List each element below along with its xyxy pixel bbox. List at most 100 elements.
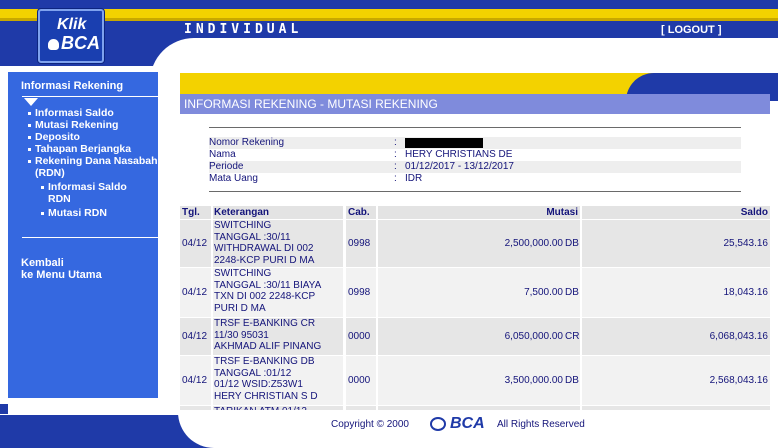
row-type: DB bbox=[565, 286, 579, 298]
row-description-line: PURI D MA bbox=[214, 302, 266, 314]
row-description: SWITCHING TANGGAL :30/11 WITHDRAWAL DI 002… bbox=[214, 220, 314, 266]
bullet-icon bbox=[41, 211, 44, 215]
row-description-line: TXN DI 002 2248-KCP bbox=[214, 291, 316, 302]
info-top-divider bbox=[209, 127, 741, 128]
bca-footer-logo: BCA bbox=[430, 415, 492, 433]
table-row: 04/12 TRSF E-BANKING CR 11/30 95031 AKHMAD … bbox=[180, 318, 770, 355]
column-header-amount: Mutasi bbox=[378, 206, 580, 219]
bca-mark-icon bbox=[430, 417, 446, 431]
row-balance: 2,568,043.16 bbox=[709, 374, 768, 386]
row-balance: 6,068,043.16 bbox=[709, 330, 768, 342]
sidebar-item-rdn[interactable]: (RDN) bbox=[35, 167, 65, 179]
column-header-date: Tgl. bbox=[180, 206, 211, 219]
table-row: 04/12 SWITCHING TANGGAL :30/11 BIAYA TXN DI… bbox=[180, 268, 770, 317]
sidebar-subitem-mutasi-rdn[interactable]: Mutasi RDN bbox=[41, 207, 107, 219]
row-description-line: TANGGAL :30/11 BIAYA bbox=[214, 279, 322, 291]
row-amount: 7,500.00 bbox=[524, 286, 563, 298]
back-link-line-1: Kembali bbox=[21, 257, 64, 269]
sidebar-subitem-label: Mutasi RDN bbox=[48, 207, 107, 219]
row-description-line: TANGGAL :30/11 bbox=[214, 231, 291, 243]
sidebar-item-mutasi-rekening[interactable]: Mutasi Rekening bbox=[28, 119, 118, 131]
bullet-icon bbox=[28, 111, 31, 115]
sidebar-divider bbox=[22, 96, 158, 97]
sidebar: Informasi Rekening Informasi Saldo Mutas… bbox=[8, 72, 158, 398]
page-title: INFORMASI REKENING - MUTASI REKENING bbox=[184, 97, 438, 111]
bullet-icon bbox=[41, 185, 44, 189]
row-description-line: SWITCHING bbox=[214, 268, 272, 279]
logout-link[interactable]: [ LOGOUT ] bbox=[661, 24, 722, 36]
info-label: Periode bbox=[209, 161, 244, 172]
column-header-label: Mutasi bbox=[546, 207, 578, 218]
sidebar-subitem-label: Informasi Saldo bbox=[48, 181, 127, 193]
row-date: 04/12 bbox=[182, 330, 208, 342]
row-description-line: 01/12 WSID:Z53W1 bbox=[214, 379, 303, 390]
info-row-name: Nama : HERY CHRISTIANS DE bbox=[209, 149, 741, 161]
info-row-account-number: Nomor Rekening : bbox=[209, 137, 741, 149]
info-value: IDR bbox=[405, 173, 423, 184]
row-branch: 0000 bbox=[348, 330, 371, 342]
logo-mark-icon bbox=[48, 39, 59, 50]
info-label: Nomor Rekening bbox=[209, 137, 285, 148]
sidebar-item-rekening-dana-nasabah[interactable]: Rekening Dana Nasabah bbox=[28, 155, 158, 167]
table-row: 04/12 SWITCHING TANGGAL :30/11 WITHDRAWAL D… bbox=[180, 220, 770, 267]
transactions-table: Tgl. Keterangan Cab. Mutasi Saldo 04/12 S… bbox=[180, 206, 770, 411]
row-description-line: WITHDRAWAL DI 002 bbox=[214, 243, 314, 254]
back-to-main-menu-link[interactable]: Kembali ke Menu Utama bbox=[21, 257, 102, 281]
info-label: Mata Uang bbox=[209, 173, 258, 184]
column-header-label: Cab. bbox=[348, 207, 370, 218]
logo-text-klik: Klik bbox=[57, 16, 87, 33]
info-row-period: Periode : 01/12/2017 - 13/12/2017 bbox=[209, 161, 741, 173]
row-description-line: SWITCHING bbox=[214, 220, 272, 231]
sidebar-item-label: Deposito bbox=[35, 131, 80, 143]
row-description-line: 11/30 95031 bbox=[214, 329, 269, 341]
info-colon: : bbox=[394, 173, 397, 184]
sidebar-item-label: Informasi Saldo bbox=[35, 107, 114, 119]
sidebar-divider-bottom bbox=[22, 237, 158, 238]
row-description-line: TRSF E-BANKING CR bbox=[214, 318, 316, 329]
row-branch: 0998 bbox=[348, 286, 371, 298]
row-description-line: TANGGAL :01/12 bbox=[214, 367, 292, 379]
row-date: 04/12 bbox=[182, 286, 208, 298]
footer-left-accent bbox=[0, 404, 8, 414]
sidebar-subitem-informasi-saldo-rdn[interactable]: Informasi Saldo bbox=[41, 181, 127, 193]
column-header-balance: Saldo bbox=[582, 206, 770, 219]
footer-logo-text: BCA bbox=[450, 415, 485, 432]
row-branch: 0000 bbox=[348, 374, 371, 386]
bullet-icon bbox=[28, 147, 31, 151]
copyright-text: Copyright © 2000 bbox=[331, 419, 409, 430]
info-label: Nama bbox=[209, 149, 236, 160]
bullet-icon bbox=[28, 159, 31, 163]
back-link-line-2: ke Menu Utama bbox=[21, 269, 102, 281]
sidebar-item-deposito[interactable]: Deposito bbox=[28, 131, 80, 143]
sidebar-expand-arrow-icon bbox=[24, 98, 38, 106]
row-description-line: HERY CHRISTIAN S D bbox=[214, 390, 318, 402]
row-type: DB bbox=[565, 374, 579, 386]
sidebar-item-informasi-saldo[interactable]: Informasi Saldo bbox=[28, 107, 114, 119]
sidebar-item-label: Tahapan Berjangka bbox=[35, 143, 132, 155]
info-colon: : bbox=[394, 161, 397, 172]
info-value: 01/12/2017 - 13/12/2017 bbox=[405, 161, 514, 172]
info-row-currency: Mata Uang : IDR bbox=[209, 173, 741, 185]
row-balance: 18,043.16 bbox=[723, 286, 769, 298]
row-date: 04/12 bbox=[182, 237, 208, 249]
row-description-line: AKHMAD ALIF PINANG bbox=[214, 341, 322, 352]
sidebar-subitem-rdn-line[interactable]: RDN bbox=[48, 193, 71, 205]
row-type: CR bbox=[565, 330, 580, 342]
sidebar-item-tahapan-berjangka[interactable]: Tahapan Berjangka bbox=[28, 143, 131, 155]
column-header-description: Keterangan bbox=[213, 206, 343, 219]
row-description: TRSF E-BANKING DB TANGGAL :01/12 01/12 WSI… bbox=[214, 356, 318, 402]
column-header-label: Tgl. bbox=[182, 207, 200, 218]
info-colon: : bbox=[394, 149, 397, 160]
row-description: SWITCHING TANGGAL :30/11 BIAYA TXN DI 002 … bbox=[214, 268, 321, 314]
row-date: 04/12 bbox=[182, 374, 208, 386]
sidebar-item-label: Mutasi Rekening bbox=[35, 119, 119, 131]
row-description-line: TRSF E-BANKING DB bbox=[214, 356, 315, 367]
redacted-account-number bbox=[405, 138, 483, 148]
table-row: 04/12 TRSF E-BANKING DB TANGGAL :01/12 01/1… bbox=[180, 356, 770, 405]
row-description: TRSF E-BANKING CR 11/30 95031 AKHMAD ALIF … bbox=[214, 318, 321, 353]
info-colon: : bbox=[394, 137, 397, 148]
app-title: INDIVIDUAL bbox=[184, 22, 303, 37]
column-header-label: Keterangan bbox=[214, 207, 270, 218]
row-balance: 25,543.16 bbox=[723, 237, 769, 249]
bullet-icon bbox=[28, 123, 31, 127]
